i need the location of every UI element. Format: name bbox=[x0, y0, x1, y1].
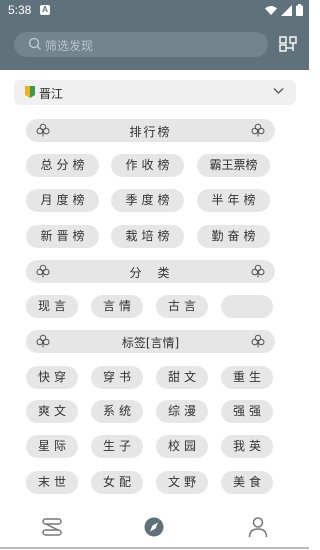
section-title: 标签[言情] bbox=[121, 336, 180, 350]
rank-chip[interactable]: 季度榜 bbox=[111, 189, 184, 212]
rank-chip[interactable]: 栽培榜 bbox=[111, 225, 184, 248]
signal-icon bbox=[281, 4, 292, 16]
section-header-tags[interactable]: 标签[言情] bbox=[26, 330, 275, 353]
section-header-ranking[interactable]: 排行榜 bbox=[26, 119, 275, 142]
category-chip[interactable]: 古言 bbox=[156, 295, 208, 318]
tag-chip[interactable]: 穿书 bbox=[91, 366, 143, 389]
rank-chip[interactable]: 半年榜 bbox=[197, 189, 270, 212]
tag-chip[interactable]: 综漫 bbox=[156, 400, 208, 423]
tag-chip[interactable]: 爽文 bbox=[26, 400, 78, 423]
section-title: 排行榜 bbox=[129, 125, 172, 139]
rank-chip[interactable]: 新晋榜 bbox=[26, 225, 99, 248]
tag-chip[interactable]: 强强 bbox=[221, 400, 273, 423]
status-bar: 5:38 A bbox=[0, 0, 309, 22]
status-icons bbox=[265, 4, 303, 16]
app-header: 5:38 A 筛选发现 bbox=[0, 0, 309, 70]
home-indicator bbox=[0, 547, 309, 549]
clover-icon bbox=[251, 264, 265, 278]
category-chip[interactable]: 言情 bbox=[91, 295, 143, 318]
tag-chip[interactable]: 校园 bbox=[156, 435, 208, 458]
clover-icon bbox=[251, 334, 265, 348]
source-dropdown[interactable]: 晋江 bbox=[14, 80, 296, 105]
tag-chip[interactable]: 星际 bbox=[26, 435, 78, 458]
section-title: 分 类 bbox=[129, 266, 172, 280]
search-placeholder: 筛选发现 bbox=[45, 39, 94, 53]
tag-chip[interactable]: 美食 bbox=[221, 471, 273, 494]
chevron-down-icon bbox=[273, 88, 284, 94]
profile-icon[interactable] bbox=[244, 515, 272, 539]
battery-icon bbox=[296, 4, 303, 16]
bookshelf-icon[interactable] bbox=[38, 515, 66, 539]
tag-chip[interactable]: 生子 bbox=[91, 435, 143, 458]
tag-chip[interactable]: 女配 bbox=[91, 471, 143, 494]
tag-chip[interactable]: 甜文 bbox=[156, 366, 208, 389]
category-chip[interactable]: 现言 bbox=[26, 295, 78, 318]
rank-chip[interactable]: 勤奋榜 bbox=[197, 225, 270, 248]
rank-chip[interactable]: 霸王票榜 bbox=[197, 154, 270, 177]
status-time: 5:38 bbox=[8, 3, 32, 17]
search-icon bbox=[28, 37, 41, 50]
category-chip-empty[interactable] bbox=[221, 295, 273, 318]
tag-chip[interactable]: 系统 bbox=[91, 400, 143, 423]
source-badge-icon bbox=[25, 86, 35, 98]
tag-chip[interactable]: 文野 bbox=[156, 471, 208, 494]
tag-chip[interactable]: 重生 bbox=[221, 366, 273, 389]
source-label: 晋江 bbox=[39, 87, 64, 101]
tag-chip[interactable]: 我英 bbox=[221, 435, 273, 458]
rank-chip[interactable]: 月度榜 bbox=[26, 189, 99, 212]
tag-chip[interactable]: 快穿 bbox=[26, 366, 78, 389]
rank-chip[interactable]: 总分榜 bbox=[26, 154, 99, 177]
wifi-icon bbox=[265, 5, 277, 15]
share-nodes-icon[interactable] bbox=[279, 35, 297, 53]
search-bar[interactable]: 筛选发现 bbox=[14, 32, 268, 57]
bottom-nav bbox=[0, 505, 309, 550]
rank-chip[interactable]: 作收榜 bbox=[111, 154, 184, 177]
tag-chip[interactable]: 末世 bbox=[26, 471, 78, 494]
clover-icon bbox=[251, 123, 265, 137]
explore-icon[interactable] bbox=[140, 515, 168, 539]
section-header-category[interactable]: 分 类 bbox=[26, 260, 275, 283]
app-notification-icon: A bbox=[40, 5, 50, 15]
